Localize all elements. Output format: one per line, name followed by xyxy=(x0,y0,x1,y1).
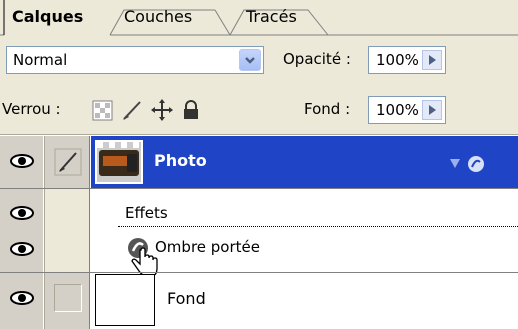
move-lock-icon[interactable] xyxy=(150,98,174,126)
blend-mode-select[interactable]: Normal xyxy=(6,46,264,74)
row-divider xyxy=(0,188,518,189)
chevron-down-icon[interactable] xyxy=(239,49,261,71)
fill-value: 100% xyxy=(376,101,419,119)
layers-list: Photo Effets Ombre portée Fond xyxy=(0,136,518,329)
row-divider xyxy=(0,272,518,273)
tab-couches[interactable]: Couches xyxy=(124,7,192,26)
eye-icon[interactable] xyxy=(9,240,35,262)
fill-input[interactable]: 100% xyxy=(368,96,446,124)
blend-mode-value: Normal xyxy=(13,51,68,69)
layer-drop-shadow-label[interactable]: Ombre portée xyxy=(155,238,260,256)
layer-effects-label[interactable]: Effets xyxy=(125,204,168,222)
fx-icon[interactable] xyxy=(448,154,488,178)
eye-icon[interactable] xyxy=(9,152,35,174)
lock-row: Verrou : Fond : 100% xyxy=(0,88,518,134)
tab-calques[interactable]: Calques xyxy=(12,7,83,26)
link-column-effects xyxy=(44,188,90,272)
layer-photo-name: Photo xyxy=(154,151,207,170)
opacity-value: 100% xyxy=(376,51,419,69)
padlock-icon[interactable] xyxy=(180,99,202,125)
paint-lock-icon[interactable] xyxy=(120,98,144,126)
fond-thumbnail xyxy=(95,274,155,326)
effects-divider xyxy=(118,226,518,227)
opacity-label: Opacité : xyxy=(283,50,351,68)
transparency-lock-icon[interactable] xyxy=(92,100,114,126)
eye-icon[interactable] xyxy=(9,204,35,226)
blend-row: Normal Opacité : 100% xyxy=(0,36,518,88)
photo-thumbnail xyxy=(95,140,143,184)
layer-fond-name[interactable]: Fond xyxy=(167,289,206,308)
tab-bar: Calques Couches Tracés xyxy=(0,0,518,36)
fill-slider-arrow-icon[interactable] xyxy=(422,100,442,120)
lock-label: Verrou : xyxy=(2,100,61,118)
link-placeholder[interactable] xyxy=(54,284,82,312)
fill-label: Fond : xyxy=(304,100,351,118)
tab-traces[interactable]: Tracés xyxy=(246,7,297,26)
opacity-input[interactable]: 100% xyxy=(368,46,446,74)
opacity-slider-arrow-icon[interactable] xyxy=(422,50,442,70)
eye-icon[interactable] xyxy=(9,289,35,311)
brush-icon[interactable] xyxy=(54,148,82,180)
